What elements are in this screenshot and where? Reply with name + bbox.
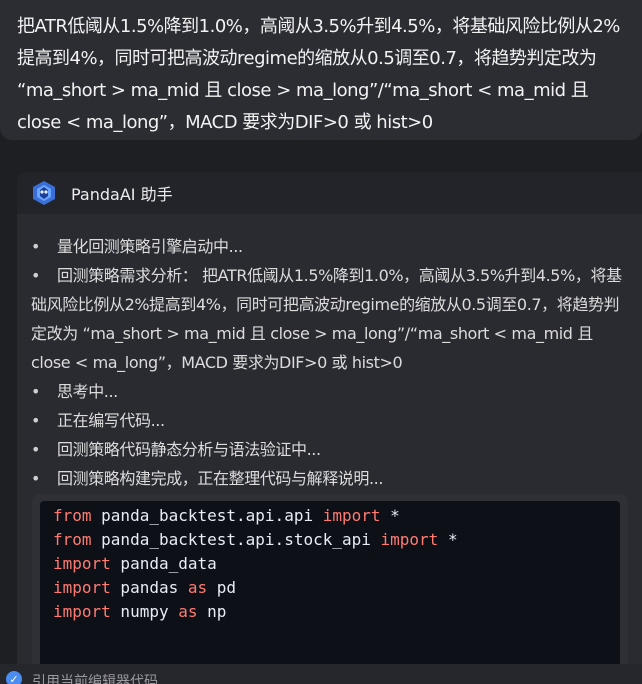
status-item: • 思考中... xyxy=(31,377,623,406)
reference-editor-code-label: 引用当前编辑器代码 xyxy=(32,674,158,684)
bullet-icon: • xyxy=(31,266,41,285)
bullet-icon: • xyxy=(31,469,41,488)
bullet-icon: • xyxy=(31,411,41,430)
bullet-icon: • xyxy=(31,237,41,256)
panda-ai-logo-icon xyxy=(33,181,55,205)
status-item: • 正在编写代码... xyxy=(31,406,623,435)
status-item-text: 思考中... xyxy=(57,382,118,401)
status-item-text: 量化回测策略引擎启动中... xyxy=(57,237,243,256)
bullet-icon: • xyxy=(31,440,41,459)
status-item-text: 回测策略代码静态分析与语法验证中... xyxy=(57,440,321,459)
code-line: import pandas as pd xyxy=(53,578,237,597)
code-line: import numpy as np xyxy=(53,602,227,621)
code-line: from panda_backtest.api.api import * xyxy=(53,506,400,525)
chat-page: 把ATR低阈从1.5%降到1.0%，高阈从3.5%升到4.5%，将基础风险比例从… xyxy=(0,0,642,684)
code-line: from panda_backtest.api.stock_api import… xyxy=(53,530,458,549)
assistant-card: PandaAI 助手 • 量化回测策略引擎启动中... • 回测策略需求分析： 把… xyxy=(17,172,642,684)
reference-editor-code-toggle[interactable]: ✓ 引用当前编辑器代码 xyxy=(0,664,642,684)
bullet-icon: • xyxy=(31,382,41,401)
status-item-text: 回测策略需求分析： 把ATR低阈从1.5%降到1.0%，高阈从3.5%升到4.5… xyxy=(31,266,622,372)
status-item-text: 正在编写代码... xyxy=(57,411,165,430)
assistant-header: PandaAI 助手 xyxy=(17,172,642,214)
status-item: • 回测策略需求分析： 把ATR低阈从1.5%降到1.0%，高阈从3.5%升到4.… xyxy=(31,261,623,377)
status-item: • 回测策略代码静态分析与语法验证中... xyxy=(31,435,623,464)
user-message-bubble: 把ATR低阈从1.5%降到1.0%，高阈从3.5%升到4.5%，将基础风险比例从… xyxy=(0,0,642,140)
assistant-name: PandaAI 助手 xyxy=(71,185,173,204)
user-message-text: 把ATR低阈从1.5%降到1.0%，高阈从3.5%升到4.5%，将基础风险比例从… xyxy=(17,16,620,133)
check-icon[interactable]: ✓ xyxy=(6,671,22,684)
code-block[interactable]: from panda_backtest.api.api import * from… xyxy=(40,501,620,684)
status-item: • 量化回测策略引擎启动中... xyxy=(31,232,623,261)
status-item: • 回测策略构建完成，正在整理代码与解释说明... xyxy=(31,464,623,493)
status-item-text: 回测策略构建完成，正在整理代码与解释说明... xyxy=(57,469,384,488)
code-line: import panda_data xyxy=(53,554,217,573)
status-list: • 量化回测策略引擎启动中... • 回测策略需求分析： 把ATR低阈从1.5%降… xyxy=(17,214,623,493)
code-block-container: from panda_backtest.api.api import * from… xyxy=(32,494,628,684)
